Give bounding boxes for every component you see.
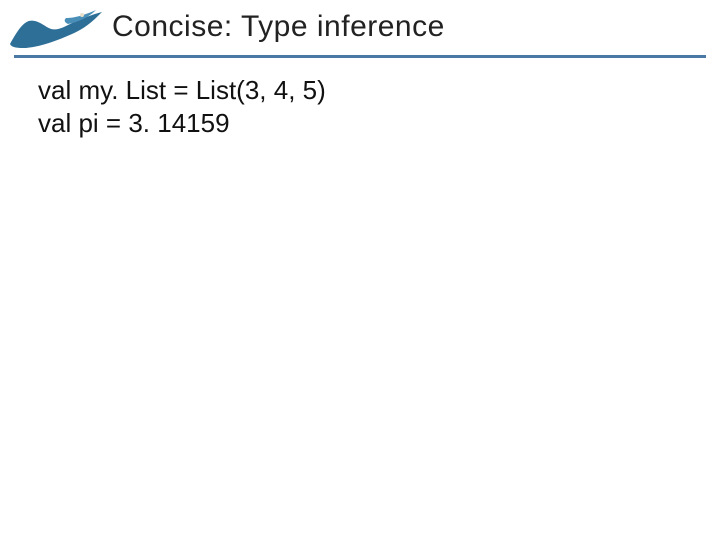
wave-logo-icon [8, 4, 104, 52]
code-block: val my. List = List(3, 4, 5) val pi = 3.… [38, 74, 326, 139]
code-line-2: val pi = 3. 14159 [38, 107, 326, 140]
slide-title: Concise: Type inference [112, 10, 445, 44]
slide: Concise: Type inference val my. List = L… [0, 0, 720, 540]
title-divider [14, 55, 706, 58]
code-line-1: val my. List = List(3, 4, 5) [38, 74, 326, 107]
